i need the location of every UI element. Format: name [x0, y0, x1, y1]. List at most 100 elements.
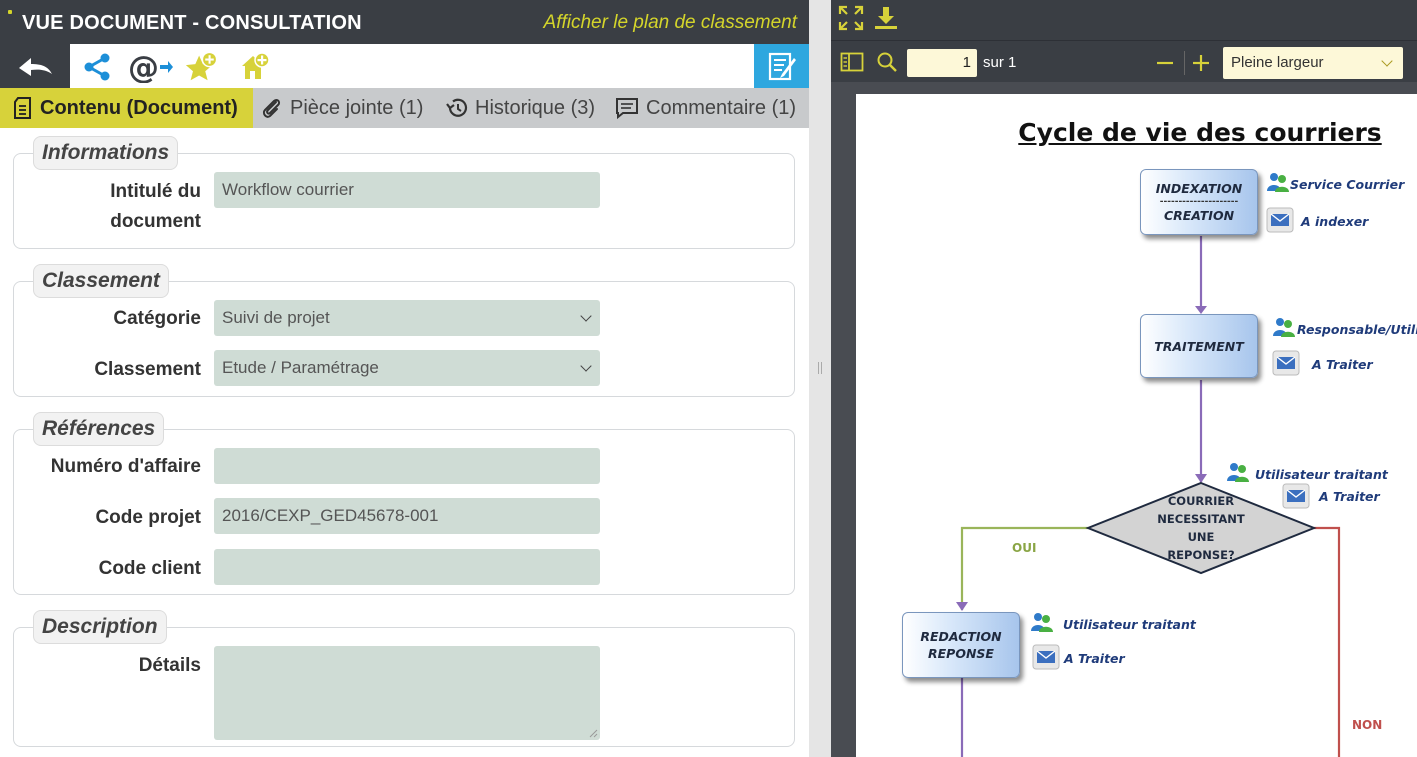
annotation-indexation-mail: A indexer [1301, 214, 1369, 229]
share-button[interactable] [80, 50, 114, 84]
field-numero-affaire[interactable] [214, 448, 600, 484]
send-email-button[interactable]: @ [128, 50, 174, 84]
annotation-redaction-mail: A Traiter [1064, 651, 1125, 666]
arrow-decision [1195, 474, 1207, 483]
node-redaction-line2: REPONSE [928, 646, 994, 661]
back-arrow-icon [19, 58, 52, 76]
node-redaction: REDACTION REPONSE [902, 612, 1020, 678]
annotation-decision-mail: A Traiter [1319, 489, 1380, 504]
document-panel: VUE DOCUMENT - CONSULTATION Afficher le … [0, 0, 809, 757]
svg-text:@: @ [128, 51, 159, 83]
label-intitule-line1: Intitulé du [110, 181, 201, 202]
legend-classement: Classement [33, 264, 169, 298]
field-intitule[interactable]: Workflow courrier [214, 172, 600, 208]
tab-historique-label: Historique (3) [475, 96, 596, 119]
node-indexation: INDEXATION --------------------- CREATIO… [1140, 169, 1258, 235]
edge-decision-non [1314, 526, 1341, 757]
label-intitule-line2: document [110, 211, 201, 232]
notes-button[interactable] [754, 44, 809, 88]
annotation-traitement-user: Responsable/Utilis [1297, 322, 1417, 337]
home-add-icon [242, 52, 270, 79]
tab-contenu-label: Contenu (Document) [40, 96, 238, 119]
tab-contenu[interactable]: Contenu (Document) [0, 88, 253, 128]
add-to-home-button[interactable] [238, 50, 272, 84]
tab-commentaire-label: Commentaire (1) [646, 96, 797, 119]
pdf-page: Cycle de vie des courriers INDEXATION --… [856, 94, 1417, 757]
plus-icon[interactable] [1191, 53, 1211, 73]
page-total-label: sur 1 [983, 54, 1017, 71]
node-indexation-line2: CREATION [1163, 208, 1235, 223]
select-classement[interactable]: Etude / Paramétrage [214, 350, 600, 386]
title-marker [8, 10, 12, 14]
node-traitement: TRAITEMENT [1140, 314, 1258, 378]
notes-icon [768, 52, 796, 81]
users-icon [1031, 613, 1053, 632]
sidebar-toggle-icon[interactable] [840, 52, 864, 72]
legend-references: Références [33, 412, 165, 446]
annotation-traitement-mail: A Traiter [1312, 357, 1373, 372]
select-categorie[interactable]: Suivi de projet [214, 300, 600, 336]
node-decision-text: COURRIER NECESSITANT UNE REPONSE? [1138, 492, 1264, 564]
viewer-top-bar [831, 0, 1417, 40]
download-icon[interactable] [873, 5, 899, 31]
history-icon [445, 96, 469, 120]
zoom-select[interactable]: Pleine largeur [1223, 47, 1403, 79]
panel-splitter[interactable] [809, 0, 831, 757]
node-traitement-label: TRAITEMENT [1154, 338, 1244, 354]
back-button[interactable] [0, 44, 70, 88]
share-icon [84, 53, 110, 81]
paperclip-icon [260, 96, 284, 120]
edge-label-oui: OUI [1012, 541, 1037, 555]
resize-handle-icon[interactable] [589, 729, 598, 738]
star-add-icon [185, 51, 218, 81]
tab-bar: Contenu (Document) Pièce jointe (1) Hist… [0, 88, 809, 128]
tab-historique[interactable]: Historique (3) [445, 88, 595, 128]
label-categorie: Catégorie [113, 308, 201, 329]
label-code-client: Code client [98, 558, 201, 579]
app-root: VUE DOCUMENT - CONSULTATION Afficher le … [0, 0, 1417, 757]
comment-icon [614, 96, 640, 120]
minus-icon[interactable] [1155, 53, 1175, 73]
tab-commentaire[interactable]: Commentaire (1) [614, 88, 796, 128]
decision-line3: UNE [1187, 530, 1215, 544]
action-toolbar: @ [0, 44, 809, 88]
annotation-indexation-user: Service Courrier [1290, 177, 1405, 192]
field-code-client[interactable] [214, 549, 600, 585]
mail-icon [1032, 644, 1060, 670]
mail-icon [1282, 483, 1310, 509]
label-numero-affaire: Numéro d'affaire [50, 456, 201, 477]
pdf-viewer: 1 sur 1 Pleine largeur Cycle de vie des … [831, 0, 1417, 757]
arrow-traitement [1195, 306, 1207, 314]
label-classement: Classement [94, 359, 201, 380]
fullscreen-icon[interactable] [838, 5, 864, 31]
users-icon [1273, 318, 1295, 337]
mail-icon [1272, 350, 1300, 376]
legend-informations: Informations [33, 136, 179, 170]
document-icon [12, 96, 34, 120]
splitter-grip-icon[interactable] [818, 362, 822, 374]
page-title: VUE DOCUMENT - CONSULTATION [22, 12, 362, 34]
email-at-icon: @ [128, 51, 173, 83]
page-number-input[interactable]: 1 [907, 49, 977, 77]
decision-line1: COURRIER [1167, 494, 1235, 508]
decision-line4: REPONSE? [1167, 548, 1235, 562]
label-details: Détails [138, 655, 201, 676]
arrow-redaction [956, 602, 968, 611]
textarea-details[interactable] [214, 646, 600, 740]
tab-piece-jointe[interactable]: Pièce jointe (1) [260, 88, 423, 128]
label-code-projet: Code projet [95, 507, 201, 528]
annotation-redaction-user: Utilisateur traitant [1063, 617, 1196, 632]
node-indexation-line1: INDEXATION [1155, 181, 1243, 196]
zoom-divider [1184, 51, 1185, 75]
classification-plan-link[interactable]: Afficher le plan de classement [544, 12, 797, 34]
add-favorite-button[interactable] [184, 50, 218, 84]
node-redaction-line1: REDACTION [920, 629, 1002, 644]
title-bar: VUE DOCUMENT - CONSULTATION Afficher le … [0, 0, 809, 44]
users-icon [1227, 463, 1249, 482]
viewer-toolbar: 1 sur 1 Pleine largeur [831, 40, 1417, 82]
decision-line2: NECESSITANT [1157, 512, 1245, 526]
annotation-decision-user: Utilisateur traitant [1255, 467, 1388, 482]
field-code-projet[interactable]: 2016/CEXP_GED45678-001 [214, 498, 600, 534]
users-icon [1267, 173, 1289, 192]
search-icon[interactable] [876, 51, 898, 73]
